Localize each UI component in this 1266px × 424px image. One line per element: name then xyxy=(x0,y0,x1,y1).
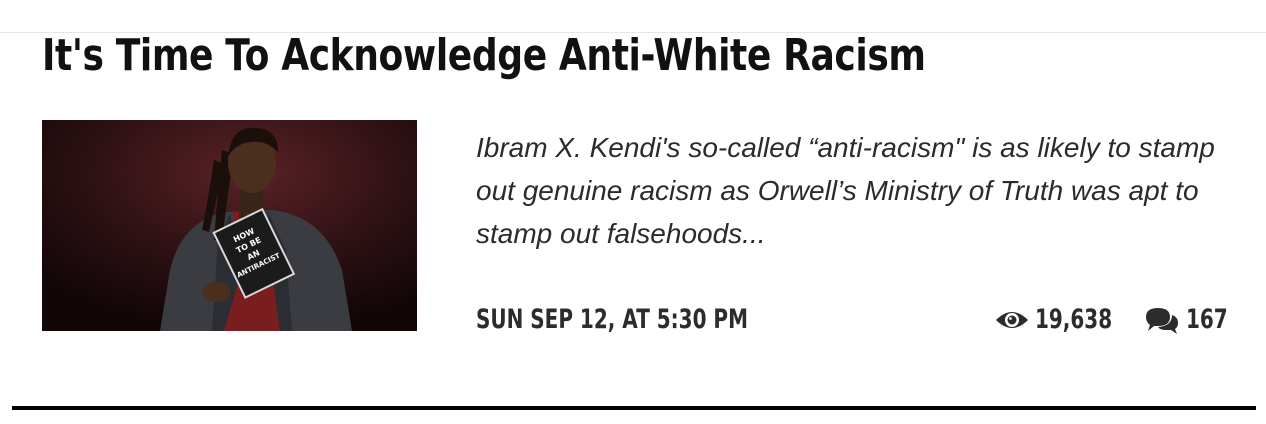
article-title[interactable]: It's Time To Acknowledge Anti-White Raci… xyxy=(42,28,926,84)
article-excerpt: Ibram X. Kendi's so-called “anti-racism"… xyxy=(476,132,1215,249)
eye-icon xyxy=(995,308,1029,332)
comment-count[interactable]: 167 xyxy=(1144,302,1227,338)
article-stats: 19,638 167 xyxy=(995,302,1227,338)
comments-icon xyxy=(1144,306,1180,334)
article-thumbnail[interactable]: HOW TO BE AN ANTIRACIST xyxy=(42,120,417,331)
article-date: SUN SEP 12, AT 5:30 PM xyxy=(476,304,748,335)
bottom-divider xyxy=(12,406,1256,410)
view-count-value: 19,638 xyxy=(1035,304,1113,335)
view-count: 19,638 xyxy=(995,302,1121,338)
comment-count-value: 167 xyxy=(1185,304,1228,335)
